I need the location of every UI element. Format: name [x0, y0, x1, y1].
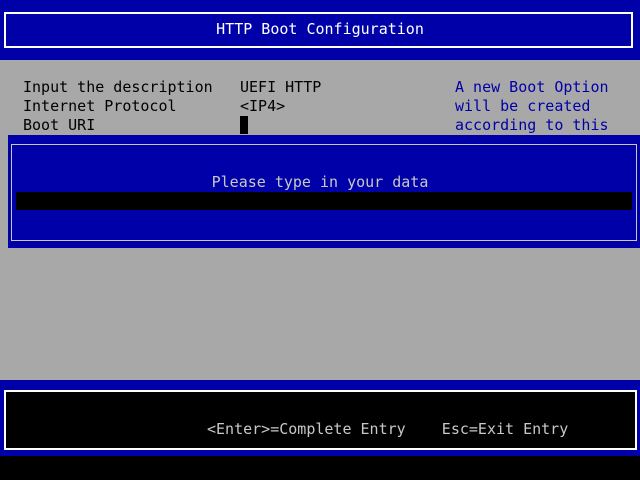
help-line: A new Boot Option	[455, 78, 609, 96]
help-line: according to this	[455, 116, 609, 134]
value-internet-protocol[interactable]: <IP4>	[240, 97, 285, 116]
input-dialog-prompt: Please type in your data	[211, 173, 429, 191]
page-title: HTTP Boot Configuration	[216, 20, 424, 38]
label-internet-protocol: Internet Protocol	[23, 97, 177, 115]
help-line: will be created	[455, 97, 591, 115]
value-input-description[interactable]: UEFI HTTP	[240, 78, 321, 97]
label-input-description: Input the description	[23, 78, 213, 96]
text-cursor	[240, 116, 248, 134]
boot-uri-input[interactable]	[16, 192, 632, 210]
label-boot-uri: Boot URI	[23, 116, 96, 134]
key-hint: <Enter>=Complete Entry Esc=Exit Entry	[207, 420, 569, 438]
bottom-strip	[0, 456, 640, 480]
